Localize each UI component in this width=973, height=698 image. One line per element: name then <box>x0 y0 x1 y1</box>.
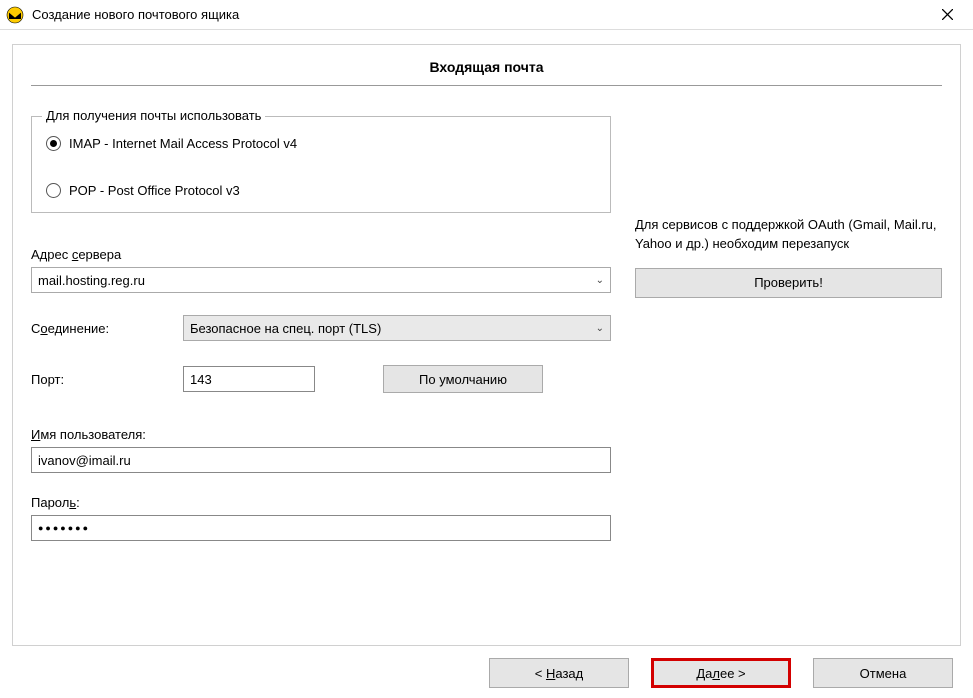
username-label: Имя пользователя: <box>31 427 611 442</box>
protocol-group: Для получения почты использовать IMAP - … <box>31 116 611 213</box>
connection-select[interactable]: Безопасное на спец. порт (TLS) ⌄ <box>183 315 611 341</box>
radio-pop[interactable]: POP - Post Office Protocol v3 <box>46 183 596 198</box>
connection-label: Соединение: <box>31 321 171 336</box>
server-address-row: Адрес сервера mail.hosting.reg.ru ⌄ <box>31 247 611 293</box>
username-row: Имя пользователя: <box>31 427 611 473</box>
window-title: Создание нового почтового ящика <box>32 7 929 22</box>
right-column: Для сервисов с поддержкой OAuth (Gmail, … <box>635 116 942 541</box>
port-label: Порт: <box>31 372 171 387</box>
close-button[interactable] <box>929 2 965 28</box>
connection-row: Соединение: Безопасное на спец. порт (TL… <box>31 315 611 341</box>
protocol-legend: Для получения почты использовать <box>42 108 265 123</box>
back-button[interactable]: < Назад <box>489 658 629 688</box>
chevron-down-icon: ⌄ <box>596 323 604 334</box>
content-area: Для получения почты использовать IMAP - … <box>31 116 942 541</box>
chevron-down-icon: ⌄ <box>596 275 604 286</box>
connection-value: Безопасное на спец. порт (TLS) <box>190 321 381 336</box>
page-title: Входящая почта <box>31 59 942 86</box>
username-input[interactable] <box>31 447 611 473</box>
check-button[interactable]: Проверить! <box>635 268 942 298</box>
title-bar: Создание нового почтового ящика <box>0 0 973 30</box>
next-button[interactable]: Далее > <box>651 658 791 688</box>
main-panel: Входящая почта Для получения почты испол… <box>12 44 961 646</box>
radio-pop-label: POP - Post Office Protocol v3 <box>69 183 240 198</box>
password-row: Пароль: ●●●●●●● <box>31 495 611 541</box>
radio-icon-checked <box>46 136 61 151</box>
port-input[interactable] <box>183 366 315 392</box>
oauth-note: Для сервисов с поддержкой OAuth (Gmail, … <box>635 216 942 254</box>
radio-imap[interactable]: IMAP - Internet Mail Access Protocol v4 <box>46 136 596 151</box>
wizard-footer: < Назад Далее > Отмена <box>0 646 973 688</box>
app-icon <box>6 6 24 24</box>
left-column: Для получения почты использовать IMAP - … <box>31 116 611 541</box>
cancel-button[interactable]: Отмена <box>813 658 953 688</box>
port-default-button[interactable]: По умолчанию <box>383 365 543 393</box>
server-address-label: Адрес сервера <box>31 247 611 262</box>
server-address-value: mail.hosting.reg.ru <box>38 273 145 288</box>
radio-imap-label: IMAP - Internet Mail Access Protocol v4 <box>69 136 297 151</box>
password-label: Пароль: <box>31 495 611 510</box>
server-address-input[interactable]: mail.hosting.reg.ru ⌄ <box>31 267 611 293</box>
password-input[interactable]: ●●●●●●● <box>31 515 611 541</box>
radio-icon-unchecked <box>46 183 61 198</box>
port-row: Порт: По умолчанию <box>31 365 611 393</box>
